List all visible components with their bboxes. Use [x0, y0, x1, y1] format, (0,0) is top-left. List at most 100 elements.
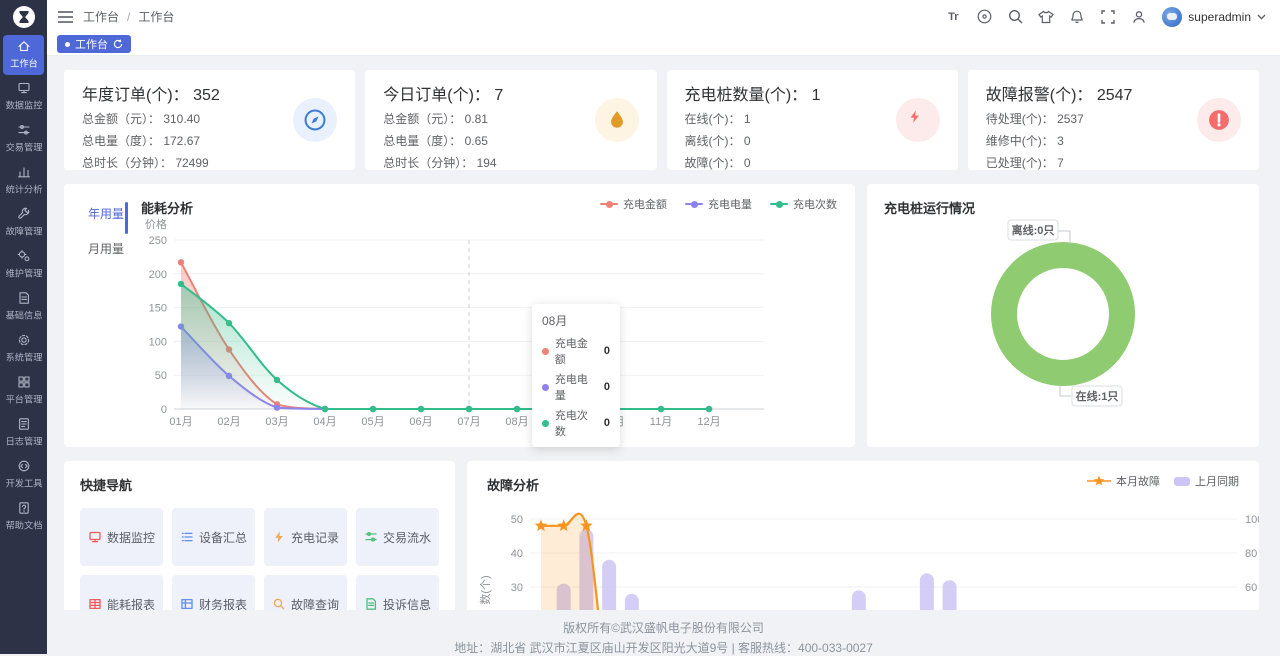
notification-bell-icon[interactable] [1069, 9, 1085, 25]
sidebar-item-label: 帮助文档 [5, 518, 42, 532]
quick-nav-label: 设备汇总 [199, 529, 247, 546]
warning-icon [1197, 98, 1241, 142]
gears-icon [17, 249, 31, 263]
energy-tabs: 年用量 月用量 [64, 196, 128, 266]
bolt-icon [272, 530, 286, 544]
breadcrumb-separator: / [127, 10, 130, 24]
svg-text:04月: 04月 [313, 416, 336, 428]
user-menu[interactable]: superadmin [1162, 7, 1266, 27]
tab-bar: 工作台 [47, 33, 1280, 56]
legend-label: 本月故障 [1116, 473, 1160, 489]
list-icon [180, 530, 194, 544]
sidebar-item-bar-chart[interactable]: 统计分析 [3, 161, 44, 201]
stat-title: 今日订单(个)： 7 [383, 81, 594, 105]
tooltip-row: 充电金额0 [542, 335, 610, 367]
chevron-down-icon [1257, 14, 1266, 20]
sidebar-item-grid[interactable]: 平台管理 [3, 371, 44, 411]
legend-label: 充电次数 [793, 196, 837, 212]
sidebar-item-label: 系统管理 [5, 350, 42, 364]
fullscreen-icon[interactable] [1100, 9, 1116, 25]
sidebar-item-label: 交易管理 [5, 140, 42, 154]
sidebar-item-label: 平台管理 [5, 392, 42, 406]
grid-icon [17, 375, 31, 389]
drop-icon [595, 98, 639, 142]
quick-nav-label: 交易流水 [383, 529, 431, 546]
sidebar-item-log[interactable]: 日志管理 [3, 413, 44, 453]
svg-text:05月: 05月 [361, 416, 384, 428]
compass-icon [293, 98, 337, 142]
locale-icon[interactable] [976, 9, 992, 25]
sidebar-item-home[interactable]: 工作台 [3, 35, 44, 75]
sidebar-item-document[interactable]: 基础信息 [3, 287, 44, 327]
sidebar-item-gear[interactable]: 系统管理 [3, 329, 44, 369]
stat-card-1: 今日订单(个)： 7 总金额（元）： 0.81总电量（度）： 0.65总时长（分… [365, 70, 656, 170]
tooltip-row: 充电次数0 [542, 407, 610, 439]
svg-text:11月: 11月 [650, 416, 672, 428]
chart-tooltip: 08月 充电金额0 充电电量0 充电次数0 [532, 304, 620, 447]
pile-status-card: 充电桩运行情况 离线:0只在线:1只 [867, 184, 1259, 447]
legend-marker [770, 203, 788, 205]
table-icon [88, 597, 102, 611]
user-icon[interactable] [1131, 9, 1147, 25]
quick-nav-title: 快捷导航 [80, 475, 439, 494]
stat-row: 在线(个)： 1 [685, 110, 896, 127]
quick-nav-bolt[interactable]: 充电记录 [264, 508, 347, 566]
tooltip-series-dot [542, 348, 549, 355]
energy-chart-title: 能耗分析 [141, 198, 193, 217]
tab-month-usage[interactable]: 月用量 [64, 231, 128, 266]
svg-text:50: 50 [155, 370, 167, 382]
search-icon[interactable] [1007, 9, 1023, 25]
legend-item-line[interactable]: 本月故障 [1087, 473, 1160, 489]
theme-skin-icon[interactable] [1038, 9, 1054, 25]
sidebar-item-wrench[interactable]: 故障管理 [3, 203, 44, 243]
legend-item[interactable]: 充电金额 [600, 196, 667, 212]
svg-text:价格: 价格 [145, 217, 167, 231]
legend-item-bar[interactable]: 上月同期 [1174, 473, 1239, 489]
copyright-text: 版权所有©武汉盛帆电子股份有限公司 [47, 619, 1280, 636]
stat-row: 总金额（元）： 310.40 [82, 110, 293, 127]
breadcrumb-item[interactable]: 工作台 [83, 8, 119, 25]
app-logo[interactable] [0, 0, 47, 33]
tab-year-usage[interactable]: 年用量 [64, 196, 128, 231]
tab-workbench[interactable]: 工作台 [57, 35, 131, 53]
quick-nav-monitor[interactable]: 数据监控 [80, 508, 163, 566]
stat-title: 年度订单(个)： 352 [82, 81, 293, 105]
pile-status-donut-chart[interactable]: 离线:0只在线:1只 [867, 184, 1259, 447]
svg-text:02月: 02月 [217, 416, 240, 428]
tab-active-dot [65, 42, 70, 47]
stat-card-0: 年度订单(个)： 352 总金额（元）： 310.40总电量（度）： 172.6… [64, 70, 355, 170]
sidebar-item-help-doc[interactable]: 帮助文档 [3, 497, 44, 537]
svg-text:01月: 01月 [169, 416, 192, 428]
sidebar-item-sliders[interactable]: 交易管理 [3, 119, 44, 159]
energy-legend: 充电金额 充电电量 充电次数 [600, 196, 837, 212]
quick-nav-list[interactable]: 设备汇总 [172, 508, 255, 566]
svg-text:250: 250 [149, 235, 167, 247]
svg-text:80: 80 [1245, 548, 1257, 560]
wrench-icon [17, 207, 31, 221]
svg-text:离线:0只: 离线:0只 [1012, 223, 1055, 237]
tooltip-title: 08月 [542, 312, 610, 329]
energy-line-chart[interactable]: 050100150200250价格01月02月03月04月05月06月07月08… [64, 184, 855, 447]
hourglass-logo-icon [12, 5, 36, 29]
tooltip-row: 充电电量0 [542, 371, 610, 403]
address-text: 地址：湖北省 武汉市江夏区庙山开发区阳光大道9号 | 客服热线：400-033-… [47, 639, 1280, 656]
stat-row: 总金额（元）： 0.81 [383, 110, 594, 127]
bar-chart-icon [17, 165, 31, 179]
svg-text:40: 40 [511, 548, 523, 560]
svg-text:60: 60 [1245, 582, 1257, 594]
stat-cards-row: 年度订单(个)： 352 总金额（元）： 310.40总电量（度）： 172.6… [64, 70, 1259, 170]
sidebar-item-label: 基础信息 [5, 308, 42, 322]
legend-item[interactable]: 充电电量 [685, 196, 752, 212]
sidebar-item-dev-tools[interactable]: 开发工具 [3, 455, 44, 495]
hamburger-menu-icon[interactable] [57, 9, 73, 25]
quick-nav-sliders[interactable]: 交易流水 [356, 508, 439, 566]
help-doc-icon [17, 501, 31, 515]
refresh-icon[interactable] [113, 39, 123, 49]
legend-item[interactable]: 充电次数 [770, 196, 837, 212]
legend-label: 充电金额 [623, 196, 667, 212]
sidebar-item-monitor[interactable]: 数据监控 [3, 77, 44, 117]
svg-text:08月: 08月 [505, 416, 528, 428]
legend-marker [600, 203, 618, 205]
font-size-icon[interactable]: Tr [945, 9, 961, 25]
sidebar-item-gears[interactable]: 维护管理 [3, 245, 44, 285]
